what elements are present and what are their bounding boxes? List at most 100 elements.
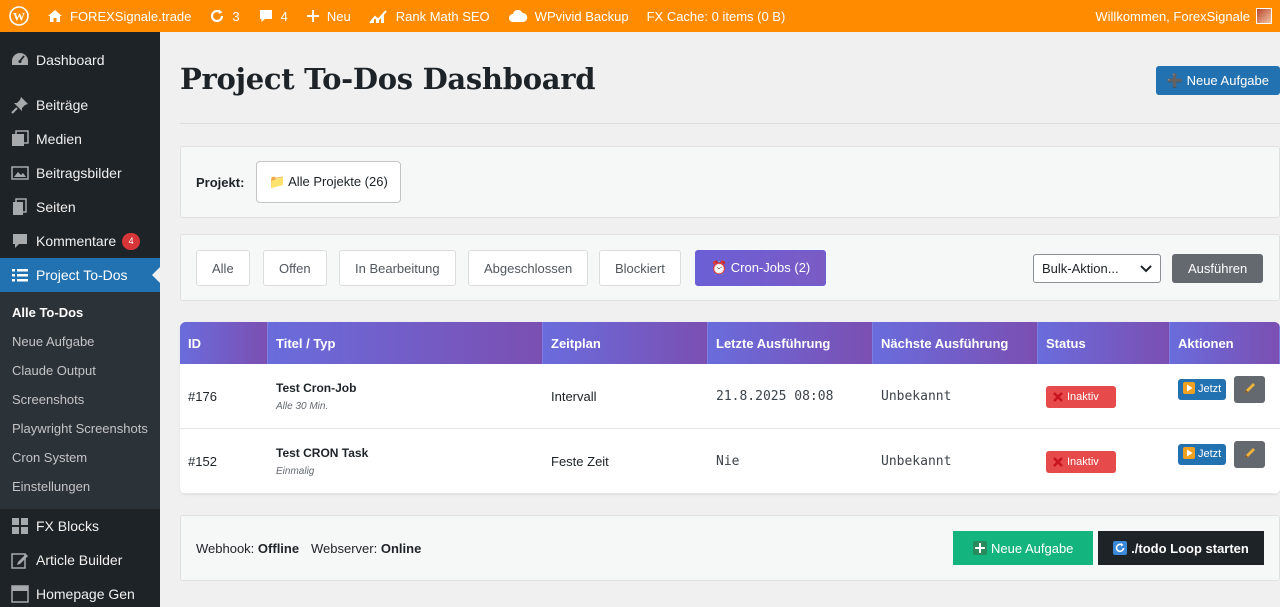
sidebar-item-posts[interactable]: Beiträge — [0, 88, 160, 122]
comment-icon — [10, 231, 30, 251]
column-header-last-run[interactable]: Letzte Ausführung — [708, 322, 873, 364]
sidebar-item-article-builder[interactable]: Article Builder — [0, 543, 160, 577]
cloud-icon — [508, 9, 528, 23]
project-todos-submenu: Alle To-Dos Neue Aufgabe Claude Output S… — [0, 292, 160, 509]
project-filter-panel: Projekt: 📁 Alle Projekte (26) — [180, 146, 1280, 218]
sidebar-item-dashboard[interactable]: Dashboard — [0, 43, 160, 77]
submenu-new-task[interactable]: Neue Aufgabe — [0, 327, 160, 356]
sidebar-item-label: Beiträge — [36, 97, 89, 113]
column-header-schedule[interactable]: Zeitplan — [543, 322, 708, 364]
row-actions: Jetzt — [1170, 364, 1280, 414]
sidebar-item-featured-images[interactable]: Beitragsbilder — [0, 156, 160, 190]
submenu-all-todos[interactable]: Alle To-Dos — [0, 298, 160, 327]
apply-bulk-button[interactable]: Ausführen — [1172, 254, 1264, 283]
status-filter-panel: Alle Offen In Bearbeitung Abgeschlossen … — [180, 234, 1280, 301]
webhook-label: Webhook: — [196, 541, 255, 556]
new-task-button-bottom[interactable]: Neue Aufgabe — [953, 531, 1094, 565]
plus-icon — [973, 541, 987, 555]
submenu-playwright-screenshots[interactable]: Playwright Screenshots — [0, 414, 160, 443]
wpvivid-label: WPvivid Backup — [534, 8, 629, 24]
filter-all[interactable]: Alle — [196, 250, 250, 286]
run-now-button[interactable]: Jetzt — [1178, 443, 1227, 465]
updates-link[interactable]: 3 — [200, 0, 248, 32]
submenu-cron-system[interactable]: Cron System — [0, 443, 160, 472]
run-now-button[interactable]: Jetzt — [1178, 378, 1227, 400]
footer-panel: Webhook: Offline Webserver: Online Neue … — [180, 515, 1280, 581]
sidebar-item-fx-blocks[interactable]: FX Blocks — [0, 509, 160, 543]
bulk-action-value: Bulk-Aktion... — [1042, 261, 1119, 276]
updates-count: 3 — [232, 8, 240, 24]
start-loop-button[interactable]: ./todo Loop starten — [1098, 531, 1264, 565]
edit-button[interactable] — [1234, 440, 1266, 468]
wpvivid-link[interactable]: WPvivid Backup — [499, 0, 638, 32]
row-next-run: Unbekannt — [881, 389, 952, 404]
sidebar-item-label: Dashboard — [36, 52, 105, 68]
sidebar-item-label: Seiten — [36, 199, 76, 215]
pencil-icon — [1243, 446, 1257, 463]
fx-cache-link[interactable]: FX Cache: 0 items (0 B) — [638, 0, 795, 32]
column-header-title[interactable]: Titel / Typ — [268, 322, 543, 364]
images-icon — [10, 163, 30, 183]
start-loop-label: ./todo Loop starten — [1131, 540, 1249, 556]
table-header: ID Titel / Typ Zeitplan Letzte Ausführun… — [180, 322, 1280, 364]
sidebar-item-label: Kommentare — [36, 233, 117, 249]
avatar — [1256, 8, 1272, 24]
row-title[interactable]: Test CRON Task — [276, 446, 543, 460]
main-content: Project To-Dos Dashboard ➕ Neue Aufgabe … — [160, 32, 1280, 607]
row-title-cell: Test Cron-Job Alle 30 Min. — [268, 364, 543, 429]
sidebar-item-comments[interactable]: Kommentare 4 — [0, 224, 160, 258]
column-header-next-run[interactable]: Nächste Ausführung — [873, 322, 1038, 364]
project-select-button[interactable]: 📁 Alle Projekte (26) — [256, 161, 401, 203]
dashboard-icon — [10, 50, 30, 70]
edit-button[interactable] — [1234, 375, 1266, 403]
sidebar-item-pages[interactable]: Seiten — [0, 190, 160, 224]
webhook-status: Webhook: Offline — [196, 541, 299, 556]
row-title[interactable]: Test Cron-Job — [276, 381, 543, 395]
cron-jobs-table: ID Titel / Typ Zeitplan Letzte Ausführun… — [180, 322, 1280, 494]
layout-icon — [10, 584, 30, 604]
row-subtitle: Alle 30 Min. — [276, 401, 329, 412]
cross-icon — [1052, 391, 1064, 403]
sidebar-item-project-todos[interactable]: Project To-Dos — [0, 258, 160, 292]
admin-sidebar: Dashboard Beiträge Medien Beitragsbilder… — [0, 32, 160, 607]
status-label: Inaktiv — [1067, 390, 1099, 403]
row-status-cell: Inaktiv — [1038, 429, 1170, 494]
column-header-actions: Aktionen — [1170, 322, 1280, 364]
play-icon — [1183, 381, 1195, 397]
sidebar-item-label: Homepage Gen — [36, 586, 135, 602]
row-schedule: Feste Zeit — [551, 454, 609, 469]
column-header-id[interactable]: ID — [180, 322, 268, 364]
bulk-action-select[interactable]: Bulk-Aktion... — [1033, 254, 1161, 283]
filter-blocked[interactable]: Blockiert — [599, 250, 681, 286]
new-task-button-top[interactable]: ➕ Neue Aufgabe — [1155, 66, 1280, 95]
site-name-link[interactable]: FOREXSignale.trade — [38, 0, 200, 32]
sidebar-item-label: FX Blocks — [36, 518, 100, 534]
comment-bubble-icon — [258, 8, 274, 24]
new-label: Neu — [326, 8, 351, 24]
filter-cron-jobs[interactable]: ⏰ Cron-Jobs (2) — [695, 250, 827, 286]
rankmath-link[interactable]: Rank Math SEO — [360, 0, 499, 32]
submenu-screenshots[interactable]: Screenshots — [0, 385, 160, 414]
webserver-label: Webserver: — [311, 541, 378, 556]
webhook-value: Offline — [257, 541, 300, 556]
sidebar-item-media[interactable]: Medien — [0, 122, 160, 156]
submenu-claude-output[interactable]: Claude Output — [0, 356, 160, 385]
comments-count: 4 — [280, 8, 288, 24]
comments-link[interactable]: 4 — [249, 0, 297, 32]
chevron-down-icon — [1140, 264, 1152, 273]
column-header-status[interactable]: Status — [1038, 322, 1170, 364]
row-status-cell: Inaktiv — [1038, 364, 1170, 429]
sidebar-item-label: Medien — [36, 131, 82, 147]
filter-completed[interactable]: Abgeschlossen — [468, 250, 589, 286]
repeat-icon — [1113, 541, 1128, 555]
filter-in-progress[interactable]: In Bearbeitung — [339, 250, 456, 286]
row-subtitle: Einmalig — [276, 466, 315, 477]
new-content-link[interactable]: Neu — [297, 0, 360, 32]
wordpress-logo[interactable]: W — [0, 0, 38, 32]
webserver-status: Webserver: Online — [311, 541, 421, 556]
submenu-settings[interactable]: Einstellungen — [0, 472, 160, 501]
run-now-label: Jetzt — [1198, 383, 1222, 395]
account-menu[interactable]: Willkommen, ForexSignale — [1095, 8, 1280, 24]
sidebar-item-homepage-gen[interactable]: Homepage Gen — [0, 577, 160, 607]
filter-open[interactable]: Offen — [263, 250, 327, 286]
